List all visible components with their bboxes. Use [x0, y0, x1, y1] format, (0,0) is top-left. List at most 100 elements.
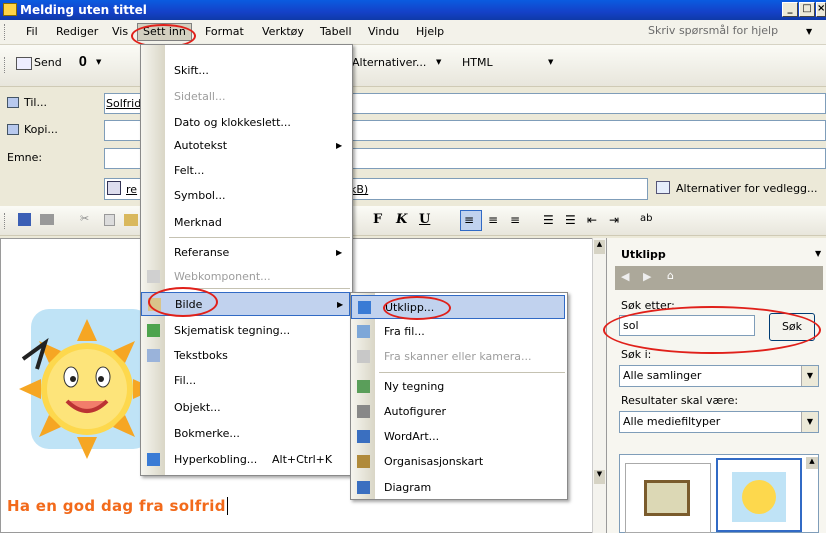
chevron-down-icon[interactable]: ▼: [806, 27, 812, 36]
align-right-icon[interactable]: ≡: [510, 213, 520, 227]
insert-menu-skjematisk-tegning-icon: [147, 324, 160, 337]
insert-menu-item-hyperkobling[interactable]: Hyperkobling... Alt+Ctrl+K: [141, 448, 350, 472]
picture-submenu: Utklipp... Fra fil... Fra skanner eller ka…: [350, 292, 568, 500]
italic-button[interactable]: K: [396, 212, 407, 227]
insert-menu-item-webkomponent: Webkomponent...: [141, 265, 350, 289]
insert-menu-item-bokmerke[interactable]: Bokmerke...: [141, 422, 350, 446]
attachment-prefix[interactable]: re: [126, 183, 137, 196]
annotation-circle: [148, 287, 218, 317]
menu-item-label: Fil...: [174, 374, 197, 387]
address-book-icon: [7, 97, 19, 108]
insert-menu-item-autotekst[interactable]: Autotekst ▶: [141, 134, 350, 158]
picture-icon: [644, 480, 690, 516]
bold-button[interactable]: F: [373, 212, 382, 227]
search-in-select[interactable]: Alle samlinger ▼: [619, 365, 819, 387]
paste-icon[interactable]: [124, 214, 138, 226]
minimize-button[interactable]: _: [782, 2, 798, 17]
cc-label[interactable]: Kopi...: [24, 123, 58, 136]
menu-view[interactable]: Vis: [112, 25, 128, 38]
picture-menu-ny-tegning-icon: [357, 380, 370, 393]
picture-menu-item-wordart[interactable]: WordArt...: [351, 425, 565, 449]
forward-icon[interactable]: ▶: [643, 270, 651, 283]
insert-menu-item-skjematisk-tegning[interactable]: Skjematisk tegning...: [141, 319, 350, 343]
insert-menu-item-felt[interactable]: Felt...: [141, 159, 350, 183]
insert-menu-tekstboks-icon: [147, 349, 160, 362]
scroll-up-icon[interactable]: ▲: [806, 457, 818, 469]
message-text[interactable]: Ha en god dag fra solfrid​: [7, 497, 228, 515]
insert-menu-item-objekt[interactable]: Objekt...: [141, 396, 350, 420]
menu-item-label: Ny tegning: [384, 380, 445, 393]
insert-menu-bokmerke-icon: [146, 426, 162, 442]
menu-help[interactable]: Hjelp: [416, 25, 444, 38]
menu-table[interactable]: Tabell: [320, 25, 352, 38]
menu-bar: Fil Rediger Vis Sett inn Format Verktøy …: [0, 20, 826, 45]
help-search-input[interactable]: Skriv spørsmål for hjelp: [648, 24, 778, 37]
picture-menu-item-autofigurer[interactable]: Autofigurer: [351, 400, 565, 424]
attach-icon[interactable]: 𝟎: [79, 54, 87, 70]
menu-window[interactable]: Vindu: [368, 25, 399, 38]
insert-menu-item-merknad[interactable]: Merknad: [141, 211, 350, 235]
format-dropdown-icon[interactable]: ▼: [548, 58, 553, 66]
insert-menu-item-referanse[interactable]: Referanse ▶: [141, 241, 350, 265]
annotation-circle: [383, 296, 451, 320]
to-label[interactable]: Til...: [24, 96, 47, 109]
insert-menu-referanse-icon: [146, 245, 162, 261]
menu-file[interactable]: Fil: [26, 25, 38, 38]
home-icon[interactable]: ⌂: [667, 269, 674, 282]
menu-item-label: Bokmerke...: [174, 427, 240, 440]
insert-menu-item-dato-og-klokkeslett[interactable]: Dato og klokkeslett...: [141, 111, 350, 135]
results-label: Resultater skal være:: [621, 394, 739, 407]
decrease-indent-icon[interactable]: ⇤: [587, 213, 597, 227]
scroll-up-icon[interactable]: ▲: [594, 240, 605, 254]
picture-menu-item-fra-skanner-eller-kamera: Fra skanner eller kamera...: [351, 345, 565, 369]
attachment-options-link[interactable]: Alternativer for vedlegg...: [676, 182, 818, 195]
close-button[interactable]: ×: [816, 2, 826, 17]
insert-menu-item-tekstboks[interactable]: Tekstboks: [141, 344, 350, 368]
annotation-circle: [603, 306, 821, 354]
attach-dropdown-icon[interactable]: ▼: [96, 58, 101, 66]
menu-item-label: Fra fil...: [384, 325, 425, 338]
copy-icon[interactable]: [104, 214, 115, 226]
picture-menu-item-fra-fil[interactable]: Fra fil...: [351, 320, 565, 344]
align-center-icon[interactable]: ≡: [488, 213, 498, 227]
format-select[interactable]: HTML: [462, 56, 493, 69]
back-icon[interactable]: ◀: [621, 270, 629, 283]
insert-menu-felt-icon: [146, 163, 162, 179]
cut-icon[interactable]: ✂: [80, 212, 89, 225]
insert-menu-objekt-icon: [146, 400, 162, 416]
toolbar-grip: [4, 57, 7, 73]
numbered-list-icon[interactable]: ☰: [543, 213, 554, 227]
maximize-button[interactable]: □: [799, 2, 815, 17]
picture-menu-item-diagram[interactable]: Diagram: [351, 476, 565, 500]
picture-menu-fra-skanner-eller-kamera-icon: [357, 350, 370, 363]
insert-menu-item-fil[interactable]: Fil...: [141, 369, 350, 393]
results-select[interactable]: Alle mediefiltyper ▼: [619, 411, 819, 433]
formatting-toolbar: ✂ F K U ≡ ≡ ≡ ☰ ☰ ⇤ ⇥ ab: [0, 206, 826, 236]
menu-item-label: Referanse: [174, 246, 230, 259]
insert-menu-item-symbol[interactable]: Symbol...: [141, 184, 350, 208]
title-bar: Melding uten tittel _ □ ×: [0, 0, 826, 20]
insert-menu-item-skift[interactable]: Skift...: [141, 59, 350, 83]
menu-format[interactable]: Format: [205, 25, 244, 38]
picture-menu-item-organisasjonskart[interactable]: Organisasjonskart: [351, 450, 565, 474]
print-icon[interactable]: [40, 214, 54, 225]
picture-menu-item-ny-tegning[interactable]: Ny tegning: [351, 375, 565, 399]
vertical-scrollbar[interactable]: ▲ ▼: [592, 238, 606, 533]
highlight-icon[interactable]: ab: [640, 213, 652, 224]
window-title: Melding uten tittel: [20, 3, 147, 17]
options-button[interactable]: Alternativer...: [352, 56, 426, 69]
options-dropdown-icon: ▼: [436, 58, 442, 66]
result-thumbnail[interactable]: [716, 458, 802, 532]
insert-menu-hyperkobling-icon: [147, 453, 160, 466]
send-button[interactable]: Send: [34, 56, 62, 69]
increase-indent-icon[interactable]: ⇥: [609, 213, 619, 227]
menu-tools[interactable]: Verktøy: [262, 25, 304, 38]
scroll-down-icon[interactable]: ▼: [594, 470, 605, 484]
bullet-list-icon[interactable]: ☰: [565, 213, 576, 227]
underline-button[interactable]: U: [419, 212, 430, 227]
insert-menu-item-sidetall: Sidetall...: [141, 85, 350, 109]
pane-menu-icon[interactable]: ▼: [815, 249, 821, 258]
menu-edit[interactable]: Rediger: [56, 25, 98, 38]
save-icon[interactable]: [18, 213, 31, 226]
result-thumbnail[interactable]: [625, 463, 711, 533]
